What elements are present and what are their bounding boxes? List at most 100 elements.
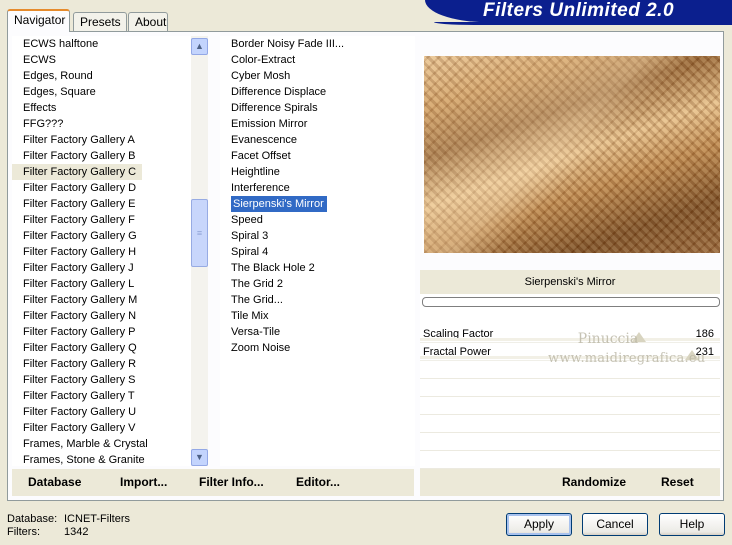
category-list-item[interactable]: Filter Factory Gallery F (12, 212, 195, 228)
filter-list-item-label: Versa-Tile (231, 326, 281, 338)
filter-list-item[interactable]: Sierpenski's Mirror (220, 196, 415, 212)
category-list-item[interactable]: Effects (12, 100, 195, 116)
filter-info-button[interactable]: Filter Info... (199, 475, 264, 489)
category-list-item[interactable]: Filter Factory Gallery C (12, 164, 143, 180)
scroll-down-button[interactable]: ▼ (191, 449, 208, 466)
category-list-item[interactable]: Filter Factory Gallery H (12, 244, 195, 260)
filter-list-item[interactable]: Interference (220, 180, 415, 196)
category-list-item[interactable]: Filter Factory Gallery T (12, 388, 195, 404)
category-list-item[interactable]: Filter Factory Gallery G (12, 228, 195, 244)
filter-list-item[interactable]: Border Noisy Fade III... (220, 36, 415, 52)
category-list-item[interactable]: Filter Factory Gallery R (12, 356, 195, 372)
filter-list-item-label: Zoom Noise (231, 342, 291, 354)
filter-list-item-label: Emission Mirror (231, 118, 308, 130)
filters-count-value: 1342 (64, 526, 89, 538)
list-toolbar: Database Import... Filter Info... Editor… (12, 469, 414, 496)
filter-list-item[interactable]: Cyber Mosh (220, 68, 415, 84)
filter-list-item[interactable]: Versa-Tile (220, 324, 415, 340)
filter-list-item[interactable]: Emission Mirror (220, 116, 415, 132)
category-list-item[interactable]: Filter Factory Gallery B (12, 148, 195, 164)
filter-list-item-label: Color-Extract (231, 54, 296, 66)
category-list-item[interactable]: Filter Factory Gallery P (12, 324, 195, 340)
apply-button[interactable]: Apply (506, 513, 572, 536)
watermark-url: www.maidiregrafica.eu (548, 351, 706, 366)
filter-list-item[interactable]: Spiral 4 (220, 244, 415, 260)
reset-button[interactable]: Reset (661, 475, 694, 489)
progress-bar (422, 297, 720, 307)
filter-list-item-label: Sierpenski's Mirror (231, 196, 327, 212)
banner-stripe (434, 22, 732, 25)
filter-list-item[interactable]: Evanescence (220, 132, 415, 148)
navigator-panel: ECWS halftone ECWS Edges, Round Edges, Squa… (7, 31, 724, 501)
category-list-item[interactable]: Filter Factory Gallery Q (12, 340, 195, 356)
import-button[interactable]: Import... (120, 475, 167, 489)
selected-filter-title: Sierpenski's Mirror (420, 270, 720, 294)
database-status-value: ICNET-Filters (64, 513, 130, 525)
filter-list-item-label: Cyber Mosh (231, 70, 291, 82)
filter-list-item[interactable]: Difference Displace (220, 84, 415, 100)
filter-list-item[interactable]: Zoom Noise (220, 340, 415, 356)
randomize-label: Randomize (562, 475, 627, 489)
filter-list-item-label: Interference (231, 182, 290, 194)
category-list-item[interactable]: Edges, Round (12, 68, 195, 84)
category-list-item[interactable]: Frames, Stone & Granite (12, 452, 195, 466)
filter-list-item[interactable]: Speed (220, 212, 415, 228)
editor-label: Editor... (296, 475, 341, 489)
empty-param-row (420, 379, 720, 397)
watermark: Pinuccia www.maidiregrafica.eu (548, 329, 706, 369)
category-list[interactable]: ECWS halftone ECWS Edges, Round Edges, Squa… (12, 36, 195, 466)
scroll-up-button[interactable]: ▲ (191, 38, 208, 55)
filter-list-item[interactable]: Color-Extract (220, 52, 415, 68)
editor-button[interactable]: Editor... (296, 475, 340, 489)
category-list-item[interactable]: Filter Factory Gallery J (12, 260, 195, 276)
status-area: Database: ICNET-Filters Filters: 1342 (7, 513, 130, 539)
filter-list-item[interactable]: The Grid 2 (220, 276, 415, 292)
filter-list[interactable]: Border Noisy Fade III... Color-Extract Cyb… (220, 36, 415, 466)
cancel-button[interactable]: Cancel (582, 513, 648, 536)
filter-list-item[interactable]: Tile Mix (220, 308, 415, 324)
category-list-item[interactable]: Filter Factory Gallery E (12, 196, 195, 212)
tab-navigator[interactable]: Navigator (7, 9, 70, 32)
database-label: Database (28, 475, 82, 489)
filter-list-item[interactable]: Difference Spirals (220, 100, 415, 116)
category-list-item[interactable]: Filter Factory Gallery D (12, 180, 195, 196)
category-list-item[interactable]: ECWS (12, 52, 195, 68)
filter-list-item[interactable]: The Grid... (220, 292, 415, 308)
category-list-item[interactable]: Filter Factory Gallery U (12, 404, 195, 420)
category-list-item[interactable]: Edges, Square (12, 84, 195, 100)
category-list-item[interactable]: Filter Factory Gallery M (12, 292, 195, 308)
scroll-thumb[interactable]: ≡ (191, 199, 208, 267)
filter-list-item-label: Spiral 3 (231, 230, 269, 242)
tab-presets[interactable]: Presets (73, 12, 127, 31)
filter-list-item-label: Heightline (231, 166, 280, 178)
tab-about[interactable]: About (128, 12, 168, 31)
app-title: Filters Unlimited 2.0 (482, 0, 675, 21)
category-list-item[interactable]: ECWS halftone (12, 36, 195, 52)
filter-list-item-label: The Grid... (231, 294, 283, 306)
param-toolbar: Randomize Reset (420, 469, 720, 496)
category-list-item[interactable]: FFG??? (12, 116, 195, 132)
filter-preview-image[interactable] (424, 56, 720, 253)
randomize-button[interactable]: Randomize (562, 475, 626, 489)
parameter-area: Sierpenski's Mirror Scaling Factor 186 F… (420, 270, 720, 469)
category-list-item[interactable]: Filter Factory Gallery V (12, 420, 195, 436)
category-list-item[interactable]: Frames, Marble & Crystal (12, 436, 195, 452)
category-list-item[interactable]: Filter Factory Gallery A (12, 132, 195, 148)
filter-list-item-label: Facet Offset (231, 150, 291, 162)
filter-list-item[interactable]: Heightline (220, 164, 415, 180)
filter-list-item-label: Difference Displace (231, 86, 327, 98)
filter-list-item-label: Evanescence (231, 134, 298, 146)
watermark-name: Pinuccia (577, 331, 639, 347)
filter-list-item[interactable]: The Black Hole 2 (220, 260, 415, 276)
category-scrollbar[interactable]: ▲ ≡ ▼ (191, 36, 208, 466)
filter-list-item-label: Tile Mix (231, 310, 269, 322)
empty-param-row (420, 433, 720, 451)
database-button[interactable]: Database (28, 475, 81, 489)
category-list-item[interactable]: Filter Factory Gallery S (12, 372, 195, 388)
help-button[interactable]: Help (659, 513, 725, 536)
filter-list-item[interactable]: Facet Offset (220, 148, 415, 164)
database-status-label: Database: (7, 513, 58, 525)
category-list-item[interactable]: Filter Factory Gallery L (12, 276, 195, 292)
category-list-item[interactable]: Filter Factory Gallery N (12, 308, 195, 324)
filter-list-item[interactable]: Spiral 3 (220, 228, 415, 244)
